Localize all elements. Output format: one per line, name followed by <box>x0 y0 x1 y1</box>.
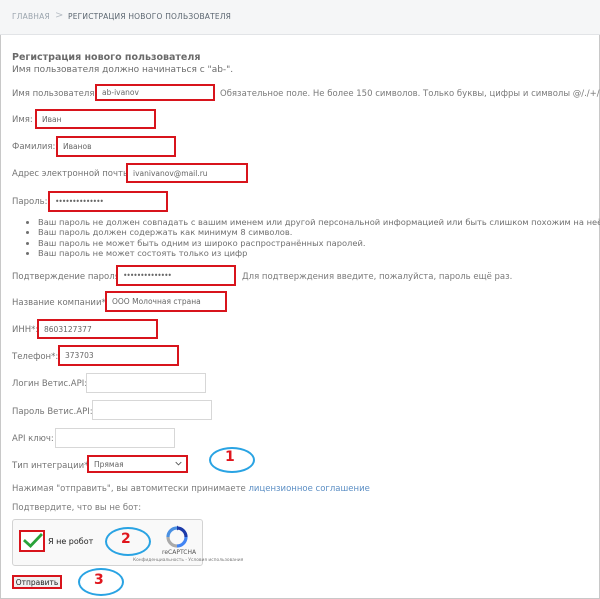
username-input[interactable]: ab-ivanov <box>95 84 215 101</box>
recaptcha-logo-icon <box>166 525 188 548</box>
email-label: Адрес электронной почты: <box>12 169 133 179</box>
api-key-label: API ключ: <box>12 434 54 444</box>
form-subtitle: Имя пользователя должно начинаться с "ab… <box>12 65 234 75</box>
password-rules-list: Ваш пароль не должен совпадать с вашим и… <box>28 217 600 258</box>
company-label: Название компании*: <box>12 298 109 308</box>
integration-type-label: Тип интеграции*: <box>12 461 92 471</box>
vetis-password-input[interactable] <box>92 400 212 420</box>
integration-type-value: Прямая <box>94 459 124 469</box>
chevron-down-icon <box>175 461 182 466</box>
confirm-not-bot-text: Подтвердите, что вы не бот: <box>12 503 142 513</box>
checkmark-icon <box>23 533 43 548</box>
form-title: Регистрация нового пользователя <box>12 52 201 63</box>
license-agreement-link[interactable]: лицензионное соглашение <box>249 484 370 494</box>
callout-number-3: 3 <box>94 572 104 588</box>
phone-input[interactable]: 373703 <box>58 345 179 366</box>
last-name-label: Фамилия: <box>12 142 56 152</box>
breadcrumb: ГЛАВНАЯ > РЕГИСТРАЦИЯ НОВОГО ПОЛЬЗОВАТЕЛ… <box>0 0 600 35</box>
api-key-input[interactable] <box>55 428 175 448</box>
password-confirm-hint: Для подтверждения введите, пожалуйста, п… <box>242 272 513 282</box>
vetis-login-label: Логин Ветис.API: <box>12 379 88 389</box>
vetis-login-input[interactable] <box>86 373 206 393</box>
password-input[interactable]: •••••••••••••• <box>48 191 168 212</box>
captcha-checkbox[interactable] <box>19 530 45 552</box>
callout-number-2: 2 <box>121 531 131 547</box>
username-hint: Обязательное поле. Не более 150 символов… <box>220 89 600 99</box>
password-rule-2: Ваш пароль должен содержать как минимум … <box>38 227 600 237</box>
password-label: Пароль: <box>12 197 48 207</box>
recaptcha-links[interactable]: Конфиденциальность - Условия использован… <box>133 558 243 563</box>
company-input[interactable]: ООО Молочная страна <box>105 291 227 312</box>
password-confirm-input[interactable]: •••••••••••••• <box>116 265 236 286</box>
phone-label: Телефон*: <box>12 352 59 362</box>
password-rule-4: Ваш пароль не может состоять только из ц… <box>38 248 600 258</box>
vetis-password-label: Пароль Ветис.API: <box>12 407 93 417</box>
username-label: Имя пользователя: <box>12 89 98 99</box>
password-rule-1: Ваш пароль не должен совпадать с вашим и… <box>38 217 600 227</box>
first-name-label: Имя: <box>12 115 33 125</box>
agreement-prefix: Нажимая "отправить", вы автомитески прин… <box>12 484 246 494</box>
agreement-text: Нажимая "отправить", вы автомитески прин… <box>12 484 370 494</box>
callout-number-1: 1 <box>225 449 235 465</box>
integration-type-select[interactable]: Прямая <box>87 455 188 473</box>
last-name-input[interactable]: Иванов <box>56 136 176 157</box>
password-confirm-label: Подтверждение пароля: <box>12 272 123 282</box>
submit-button[interactable]: Отправить <box>12 575 62 589</box>
breadcrumb-current: РЕГИСТРАЦИЯ НОВОГО ПОЛЬЗОВАТЕЛЯ <box>68 12 232 21</box>
password-rule-3: Ваш пароль не может быть одним из широко… <box>38 238 600 248</box>
inn-label: ИНН*: <box>12 325 39 335</box>
first-name-input[interactable]: Иван <box>35 109 156 129</box>
breadcrumb-separator: > <box>55 10 64 21</box>
email-input[interactable]: ivanivanov@mail.ru <box>126 163 248 183</box>
breadcrumb-home-link[interactable]: ГЛАВНАЯ <box>12 12 50 21</box>
captcha-label: Я не робот <box>48 537 94 546</box>
recaptcha-brand: reCAPTCHA <box>162 549 197 556</box>
inn-input[interactable]: 8603127377 <box>37 319 158 339</box>
